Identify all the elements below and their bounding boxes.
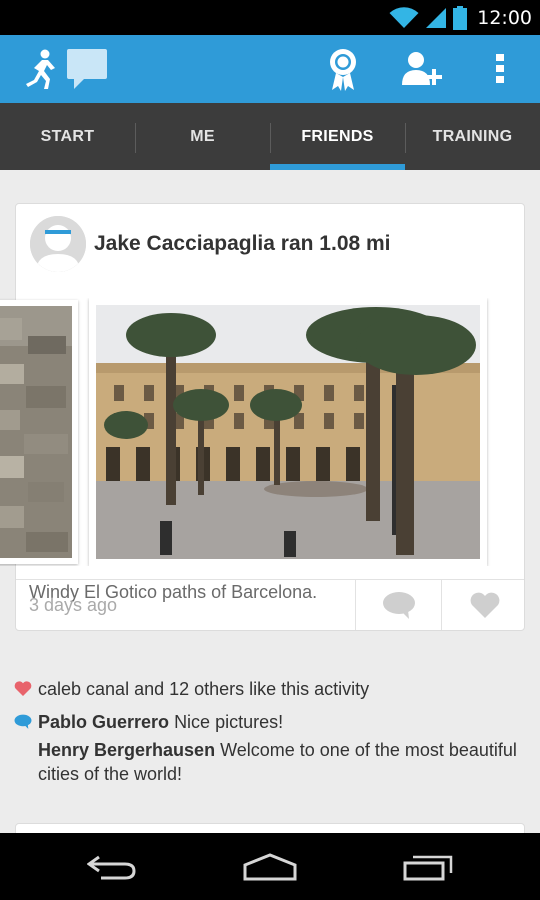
overflow-menu-icon[interactable] — [480, 35, 520, 103]
activity-timestamp: 3 days ago — [29, 595, 118, 615]
recents-icon — [403, 855, 453, 880]
home-button[interactable] — [210, 833, 330, 900]
barcelona-plaza-photo[interactable] — [89, 298, 487, 566]
comment-button[interactable] — [355, 580, 441, 630]
navigation-bar — [0, 833, 540, 900]
likes-text: caleb canal and 12 others like this acti… — [38, 679, 370, 699]
back-button[interactable] — [52, 833, 172, 900]
status-icons: 12:00 — [389, 0, 532, 35]
comment-item[interactable]: Pablo Guerrero Nice pictures! — [14, 710, 524, 734]
back-icon — [87, 855, 136, 879]
activity-card[interactable]: Jake Cacciapaglia ran 1.08 mi Windy El G… — [0, 203, 525, 631]
status-time: 12:00 — [477, 6, 532, 29]
heart-icon — [470, 592, 499, 618]
tab-start[interactable]: START — [0, 103, 135, 170]
tab-friends[interactable]: FRIENDS — [270, 103, 405, 170]
status-bar: 12:00 — [0, 0, 540, 35]
action-bar — [0, 35, 540, 103]
likes-line[interactable]: caleb canal and 12 others like this acti… — [14, 677, 524, 701]
stone-wall-photo[interactable] — [0, 300, 78, 564]
photo-carousel[interactable] — [0, 298, 526, 566]
like-button[interactable] — [441, 580, 527, 630]
wifi-icon — [389, 6, 419, 28]
social-section: caleb canal and 12 others like this acti… — [14, 677, 524, 786]
home-icon — [243, 852, 297, 880]
tab-bar: START ME FRIENDS TRAINING — [0, 103, 540, 170]
card-footer: 3 days ago — [16, 579, 524, 630]
add-friend-icon[interactable] — [398, 35, 446, 103]
tab-training[interactable]: TRAINING — [405, 103, 540, 170]
signal-icon — [426, 7, 447, 28]
battery-icon — [453, 5, 468, 30]
comment-bubble-icon — [14, 714, 32, 729]
activity-title[interactable]: Jake Cacciapaglia ran 1.08 mi — [94, 232, 391, 256]
activity-feed[interactable]: Jake Cacciapaglia ran 1.08 mi Windy El G… — [0, 170, 540, 833]
avatar[interactable] — [30, 216, 86, 272]
recents-button[interactable] — [368, 833, 488, 900]
comment-author[interactable]: Henry Bergerhausen — [38, 740, 215, 760]
comment-author[interactable]: Pablo Guerrero — [38, 712, 169, 732]
comment-item[interactable]: Henry Bergerhausen Welcome to one of the… — [14, 738, 524, 786]
next-activity-card[interactable] — [15, 823, 525, 833]
comment-icon — [382, 592, 415, 619]
chat-bubble-icon[interactable] — [64, 35, 110, 103]
runner-logo-icon[interactable] — [18, 35, 60, 103]
heart-icon — [14, 681, 32, 696]
tab-me[interactable]: ME — [135, 103, 270, 170]
award-ribbon-icon[interactable] — [320, 35, 366, 103]
comment-text: Nice pictures! — [174, 712, 284, 732]
